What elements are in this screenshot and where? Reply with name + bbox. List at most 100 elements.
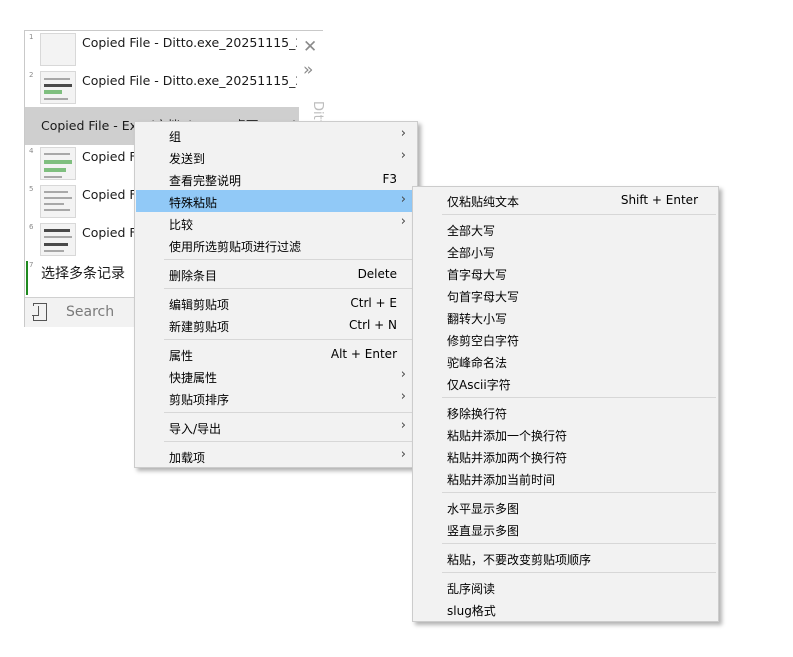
document-icon[interactable] [32,303,47,321]
menu-item-label: 加载项 [169,451,206,465]
menu-separator [164,339,415,340]
menu-separator [442,572,716,573]
submenu-item-images-horizontal[interactable]: 水平显示多图 [414,496,717,518]
menu-item-edit-clip[interactable]: 编辑剪贴项 Ctrl + E [136,292,416,314]
submenu-item-add-one-line-feed[interactable]: 粘贴并添加一个换行符 [414,423,717,445]
menu-separator [164,441,415,442]
submenu-item-paste-plain-text[interactable]: 仅粘贴纯文本 Shift + Enter [414,189,717,211]
menu-item-clip-order[interactable]: 剪贴项排序 › [136,387,416,409]
menu-item-shortcut: Shift + Enter [620,193,698,207]
menu-item-label: 比较 [169,218,194,232]
menu-separator [442,397,716,398]
menu-item-label: 粘贴并添加一个换行符 [447,429,568,443]
chevron-right-icon: › [400,148,406,163]
menu-item-label: slug格式 [447,604,496,618]
menu-item-shortcut: Ctrl + E [350,296,397,310]
row-number: 7 [29,261,34,269]
submenu-item-ascii-only[interactable]: 仅Ascii字符 [414,372,717,394]
row-number: 4 [29,147,34,155]
clip-title: Copied Fi [82,149,140,164]
menu-item-label: 发送到 [169,152,206,166]
submenu-item-all-lower[interactable]: 全部小写 [414,240,717,262]
menu-item-label: 修剪空白字符 [447,334,520,348]
clip-thumbnail [40,33,76,66]
menu-item-label: 移除换行符 [447,407,508,421]
menu-item-special-paste[interactable]: 特殊粘贴 › [136,190,416,212]
submenu-item-trim-whitespace[interactable]: 修剪空白字符 [414,328,717,350]
menu-item-shortcut: Delete [357,267,397,281]
menu-item-properties[interactable]: 属性 Alt + Enter [136,343,416,365]
menu-item-send-to[interactable]: 发送到 › [136,146,416,168]
menu-item-add-ins[interactable]: 加载项 › [136,445,416,467]
menu-item-view-full-description[interactable]: 查看完整说明 F3 [136,168,416,190]
menu-item-label: 组 [169,130,182,144]
menu-item-label: 新建剪贴项 [169,320,230,334]
chevron-right-icon: › [400,192,406,207]
menu-item-label: 粘贴，不要改变剪贴项顺序 [447,553,592,567]
submenu-item-remove-line-feeds[interactable]: 移除换行符 [414,401,717,423]
submenu-item-images-vertical[interactable]: 竖直显示多图 [414,518,717,540]
menu-item-label: 水平显示多图 [447,502,520,516]
menu-item-shortcut: Ctrl + N [348,318,397,332]
expand-icon[interactable]: » [303,60,313,80]
chevron-right-icon: › [400,367,406,382]
clip-title: Copied Fi [82,187,140,202]
menu-item-label: 仅Ascii字符 [447,378,511,392]
chevron-right-icon: › [400,418,406,433]
menu-item-new-clip[interactable]: 新建剪贴项 Ctrl + N [136,314,416,336]
clip-thumbnail [40,147,76,180]
chevron-right-icon: › [400,389,406,404]
clip-title: Copied File - Ditto.exe_20251115_205 [82,35,297,50]
menu-item-label: 使用所选剪贴项进行过滤 [169,240,302,254]
chevron-right-icon: › [400,214,406,229]
menu-item-label: 句首字母大写 [447,290,520,304]
menu-item-label: 全部小写 [447,246,496,260]
submenu-item-camel-case[interactable]: 驼峰命名法 [414,350,717,372]
menu-item-label: 乱序阅读 [447,582,496,596]
menu-item-label: 编辑剪贴项 [169,298,230,312]
submenu-item-invert-case[interactable]: 翻转大小写 [414,306,717,328]
row-number: 6 [29,223,34,231]
clip-title: Copied File - Ditto.exe_20251115_205 [82,73,297,88]
menu-separator [442,214,716,215]
menu-item-label: 竖直显示多图 [447,524,520,538]
menu-item-filter-by-selected[interactable]: 使用所选剪贴项进行过滤 [136,234,416,256]
menu-separator [164,412,415,413]
row-number: 1 [29,33,34,41]
menu-item-delete[interactable]: 删除条目 Delete [136,263,416,285]
menu-separator [164,288,415,289]
menu-item-label: 仅粘贴纯文本 [447,195,520,209]
menu-item-label: 特殊粘贴 [169,196,218,210]
clip-thumbnail [40,185,76,218]
submenu-item-capitalize[interactable]: 首字母大写 [414,262,717,284]
submenu-item-paste-keep-order[interactable]: 粘贴，不要改变剪贴项顺序 [414,547,717,569]
menu-separator [442,543,716,544]
menu-item-group[interactable]: 组 › [136,124,416,146]
menu-item-label: 查看完整说明 [169,174,242,188]
menu-item-label: 快捷属性 [169,371,218,385]
clip-list-item[interactable]: 2 Copied File - Ditto.exe_20251115_205 [25,69,299,107]
submenu-item-add-two-line-feeds[interactable]: 粘贴并添加两个换行符 [414,445,717,467]
context-menu: 组 › 发送到 › 查看完整说明 F3 特殊粘贴 › 比较 › 使用所选剪贴项进… [134,121,418,468]
menu-item-quick-properties[interactable]: 快捷属性 › [136,365,416,387]
row-number: 2 [29,71,34,79]
submenu-item-scramble-text[interactable]: 乱序阅读 [414,576,717,598]
submenu-item-add-current-time[interactable]: 粘贴并添加当前时间 [414,467,717,489]
chevron-right-icon: › [400,447,406,462]
submenu-item-slug-format[interactable]: slug格式 [414,598,717,620]
clip-title: 选择多条记录 [41,266,125,282]
menu-item-label: 属性 [169,349,194,363]
close-icon[interactable]: ✕ [303,37,317,57]
menu-separator [164,259,415,260]
menu-item-import-export[interactable]: 导入/导出 › [136,416,416,438]
menu-item-label: 删除条目 [169,269,218,283]
menu-item-shortcut: Alt + Enter [330,347,397,361]
menu-separator [442,492,716,493]
clip-title: Copied Fi [82,225,140,240]
text-clip-marker [26,261,28,295]
submenu-item-all-upper[interactable]: 全部大写 [414,218,717,240]
menu-item-compare[interactable]: 比较 › [136,212,416,234]
clip-list-item[interactable]: 1 Copied File - Ditto.exe_20251115_205 [25,31,299,69]
submenu-item-sentence-case[interactable]: 句首字母大写 [414,284,717,306]
menu-item-label: 粘贴并添加当前时间 [447,473,556,487]
